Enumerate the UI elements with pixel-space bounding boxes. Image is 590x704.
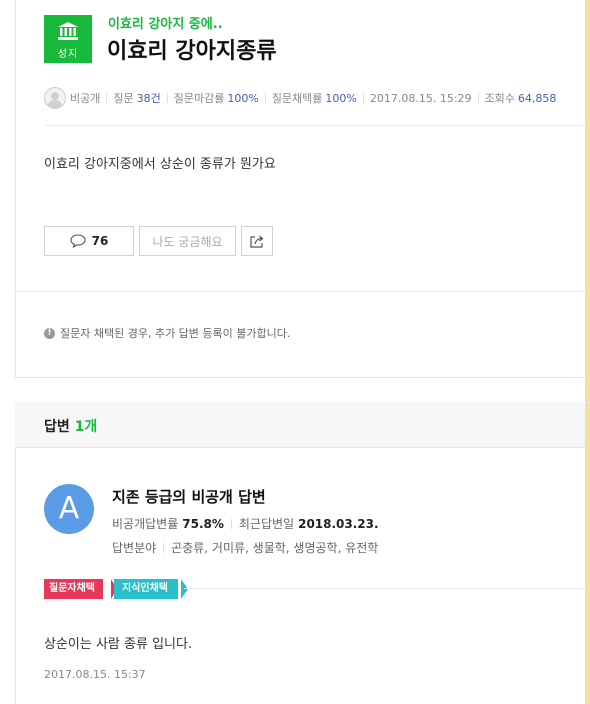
divider (15, 291, 585, 292)
answer-count-title: 답변 1개 (44, 416, 97, 436)
adopt-rate-label: 질문채택률 (271, 92, 323, 105)
answer-header (15, 402, 585, 448)
avatar (44, 87, 66, 109)
speech-bubble-icon (70, 234, 86, 248)
answers-label: 답변 (44, 419, 70, 435)
question-body: 이효리 강아지중에서 상순이 종류가 뭔가요 (44, 157, 276, 172)
notice-text: 질문자 채택된 경우, 추가 답변 등록이 불가합니다. (60, 327, 291, 340)
share-icon (250, 235, 264, 248)
answer-body: 상순이는 사람 종류 입니다. (44, 637, 193, 652)
curious-button[interactable]: 나도 궁금해요 (139, 226, 236, 256)
answerer-name: 지존 등급의 비공개 답변 (112, 488, 266, 506)
question-title: 이효리 강아지종류 (107, 39, 277, 64)
questions-label: 질문 (113, 92, 134, 105)
comment-button[interactable]: 76 (44, 226, 134, 256)
info-icon: ! (44, 327, 55, 339)
field-value: 곤충류, 거미류, 생물학, 생명공학, 유전학 (171, 541, 379, 555)
answerer-avatar: A (44, 484, 94, 534)
adopt-notice: ! 질문자 채택된 경우, 추가 답변 등록이 불가합니다. (44, 325, 290, 341)
jisik-adopted-tag: 지식인채택 (114, 579, 178, 599)
question-meta: 비공개 질문 38건 질문마감률 100% 질문채택률 100% 2017.08… (44, 87, 556, 109)
question-card (15, 0, 590, 378)
close-rate-value: 100% (227, 91, 259, 105)
asker-adopted-tag: 질문자채택 (44, 579, 103, 599)
answer-rate-value: 75.8% (182, 516, 224, 531)
recent-answer-value: 2018.03.23. (298, 516, 379, 531)
adopt-rate-value: 100% (325, 91, 357, 105)
share-button[interactable] (241, 226, 273, 256)
tag-notch (181, 579, 188, 599)
field-label: 답변분야 (112, 541, 157, 555)
divider (44, 125, 585, 126)
answers-count: 1개 (74, 419, 98, 435)
views-value: 64,858 (517, 91, 557, 105)
question-category[interactable]: 이효리 강아지 중에.. (108, 13, 223, 32)
question-date: 2017.08.15. 15:29 (369, 91, 472, 105)
answer-rate-label: 비공개답변률 (112, 517, 179, 531)
answerer-stats: 비공개답변률 75.8% 최근답변일 2018.03.23. (112, 515, 379, 532)
divider (184, 588, 585, 589)
comment-count: 76 (91, 234, 109, 248)
curious-label: 나도 궁금해요 (152, 234, 223, 249)
answerer-fields: 답변분야 곤충류, 거미류, 생물학, 생명공학, 유전학 (112, 539, 378, 556)
category-badge[interactable]: 성지 (44, 15, 92, 63)
building-icon (58, 22, 78, 40)
recent-answer-label: 최근답변일 (238, 517, 295, 531)
author-name: 비공개 (70, 92, 101, 105)
badge-label: 성지 (57, 49, 79, 60)
questions-value[interactable]: 38건 (137, 90, 161, 106)
close-rate-label: 질문마감률 (173, 92, 225, 105)
views-label: 조회수 (484, 92, 515, 105)
answer-date: 2017.08.15. 15:37 (44, 668, 146, 681)
